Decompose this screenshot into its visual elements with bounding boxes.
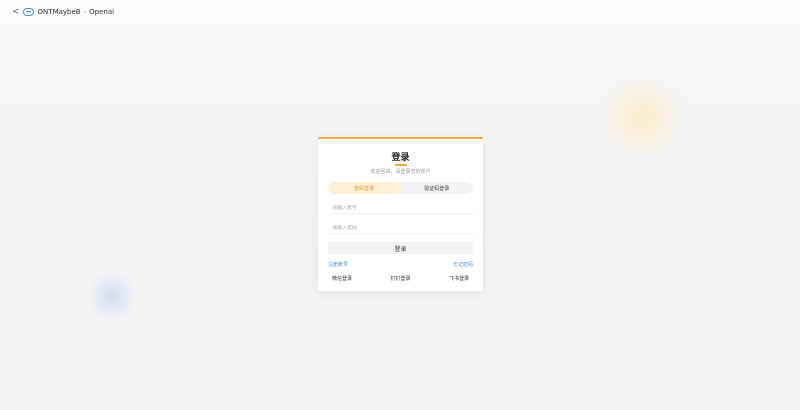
login-subtitle: 欢迎回来，请登录您的账户: [370, 169, 431, 175]
wechat-login-option[interactable]: 微信登录: [332, 275, 352, 282]
app-name: ONTMaybeB: [37, 8, 81, 16]
cloud-logo-icon: [22, 8, 34, 16]
register-link[interactable]: 注册账号: [328, 261, 348, 268]
account-links: 注册账号 忘记密码: [328, 261, 473, 268]
login-title: 登录: [391, 153, 410, 163]
login-button[interactable]: 登录: [328, 242, 473, 254]
decorative-yellow-glow: [595, 80, 690, 155]
username-input[interactable]: [328, 204, 473, 211]
password-field-wrapper: [328, 222, 473, 234]
forgot-password-link[interactable]: 忘记密码: [453, 261, 473, 268]
feishu-login-option[interactable]: 飞书登录: [449, 275, 469, 282]
top-bar: < ONTMaybeB - Openai: [0, 0, 800, 24]
decorative-blue-glow: [88, 272, 136, 320]
back-icon[interactable]: <: [12, 7, 20, 17]
tab-password-login[interactable]: 密码登录: [328, 182, 401, 194]
password-input[interactable]: [328, 224, 473, 231]
tab-code-login[interactable]: 验证码登录: [401, 182, 474, 194]
login-card: 登录 欢迎回来，请登录您的账户 密码登录 验证码登录 登录 注册账号 忘记密码 …: [318, 137, 483, 291]
title-underline: [394, 164, 407, 166]
title-separator: -: [83, 8, 87, 16]
third-party-login: 微信登录 钉钉登录 飞书登录: [328, 275, 473, 282]
username-field-wrapper: [328, 202, 473, 214]
dingtalk-login-option[interactable]: 钉钉登录: [390, 275, 410, 282]
login-method-tabs: 密码登录 验证码登录: [328, 182, 473, 194]
section-name: Openai: [89, 8, 115, 16]
